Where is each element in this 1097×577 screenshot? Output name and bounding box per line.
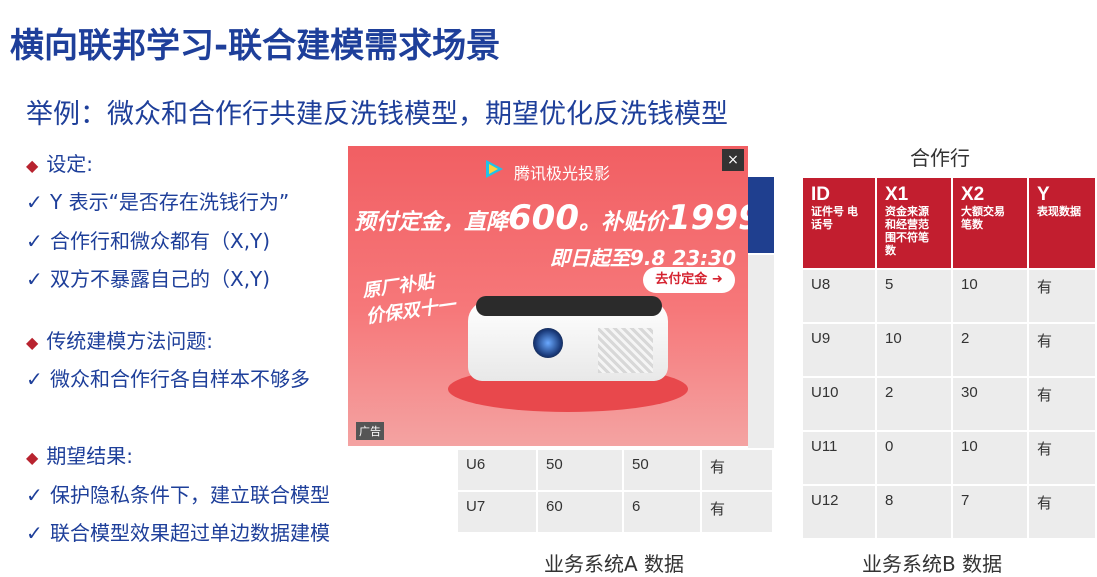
check-icon: ✓ (26, 521, 43, 545)
ad-brand: 腾讯极光投影 (514, 164, 611, 183)
section-heading: ◆ 传统建模方法问题: (26, 329, 214, 353)
table-row: U12 8 7 有 (801, 484, 1097, 540)
ad-headline: 预付定金，直降600。补贴价1999元 (354, 198, 748, 238)
list-item: ✓ Y 表示“是否存在洗钱行为” (26, 190, 290, 214)
table-cell: 2 (875, 376, 953, 432)
diamond-icon: ◆ (26, 333, 39, 352)
table-cell: 5 (875, 268, 953, 324)
table-cell: 7 (951, 484, 1029, 540)
table-cell: 30 (951, 376, 1029, 432)
table-b-caption: 业务系统B 数据 (862, 552, 1003, 576)
table-cell: 有 (1027, 376, 1097, 432)
check-icon: ✓ (26, 483, 43, 507)
table-cell: U12 (801, 484, 877, 540)
header-x1: X1 资金来源 和经营范 围不符笔 数 (875, 176, 953, 270)
table-row: U9 10 2 有 (801, 322, 1097, 378)
ad-banner[interactable]: 腾讯极光投影 × 预付定金，直降600。补贴价1999元 即日起至9.8 23:… (348, 146, 748, 446)
table-row: U7 60 6 有 (456, 490, 774, 534)
list-item: ✓ 微众和合作行各自样本不够多 (26, 367, 310, 391)
table-cell: U8 (801, 268, 877, 324)
check-icon: ✓ (26, 367, 43, 391)
table-row: U11 0 10 有 (801, 430, 1097, 486)
header-id: ID 证件号 电话号 (801, 176, 877, 270)
table-cell: U10 (801, 376, 877, 432)
check-icon: ✓ (26, 267, 43, 291)
check-icon: ✓ (26, 229, 43, 253)
table-b-title: 合作行 (910, 146, 970, 170)
list-item: ✓ 保护隐私条件下，建立联合模型 (26, 483, 330, 507)
table-cell: 10 (875, 322, 953, 378)
table-row: U10 2 30 有 (801, 376, 1097, 432)
page-subtitle: 举例：微众和合作行共建反洗钱模型，期望优化反洗钱模型 (26, 99, 728, 130)
table-row: U6 50 50 有 (456, 448, 774, 492)
check-icon: ✓ (26, 190, 43, 214)
table-row: U8 5 10 有 (801, 268, 1097, 324)
projector-lens-icon (533, 328, 563, 358)
table-cell: 6 (622, 490, 702, 534)
table-header-row: ID 证件号 电话号 X1 资金来源 和经营范 围不符笔 数 X2 大额交易 笔数 Y… (801, 176, 1097, 270)
table-a: U6 50 50 有 U7 60 6 有 (456, 448, 774, 534)
section-heading: ◆ 期望结果: (26, 444, 134, 468)
table-cell: 60 (536, 490, 624, 534)
table-cell: U9 (801, 322, 877, 378)
table-cell: 有 (1027, 268, 1097, 324)
list-item: ✓ 双方不暴露自己的（X,Y) (26, 267, 271, 291)
table-a-caption: 业务系统A 数据 (544, 552, 685, 576)
header-x2: X2 大额交易 笔数 (951, 176, 1029, 270)
table-cell: 50 (536, 448, 624, 492)
table-cell: 有 (1027, 322, 1097, 378)
table-cell: 10 (951, 268, 1029, 324)
projector-top (476, 296, 662, 316)
table-cell: 0 (875, 430, 953, 486)
table-b: ID 证件号 电话号 X1 资金来源 和经营范 围不符笔 数 X2 大额交易 笔数 Y… (801, 176, 1097, 540)
list-item: ✓ 合作行和微众都有（X,Y) (26, 229, 271, 253)
list-item: ✓ 联合模型效果超过单边数据建模 (26, 521, 330, 545)
tencent-video-logo-icon (486, 160, 503, 178)
diamond-icon: ◆ (26, 448, 39, 467)
table-cell: 有 (1027, 484, 1097, 540)
pay-deposit-button[interactable]: 去付定金 ➜ (643, 267, 735, 293)
table-cell: 10 (951, 430, 1029, 486)
table-cell: 有 (700, 490, 774, 534)
table-cell: U11 (801, 430, 877, 486)
table-cell: 2 (951, 322, 1029, 378)
table-a-header (748, 177, 774, 253)
header-y: Y 表现数据 (1027, 176, 1097, 270)
table-cell: 有 (700, 448, 774, 492)
section-heading: ◆ 设定: (26, 152, 94, 176)
table-cell: U7 (456, 490, 538, 534)
ad-label: 广告 (356, 422, 384, 440)
projector-grille (598, 328, 653, 373)
table-cell: 有 (1027, 430, 1097, 486)
diamond-icon: ◆ (26, 156, 39, 175)
table-cell: 8 (875, 484, 953, 540)
table-cell: U6 (456, 448, 538, 492)
close-icon[interactable]: × (722, 149, 744, 171)
page-title: 横向联邦学习-联合建模需求场景 (10, 26, 501, 66)
table-a-body (748, 255, 774, 448)
table-cell: 50 (622, 448, 702, 492)
